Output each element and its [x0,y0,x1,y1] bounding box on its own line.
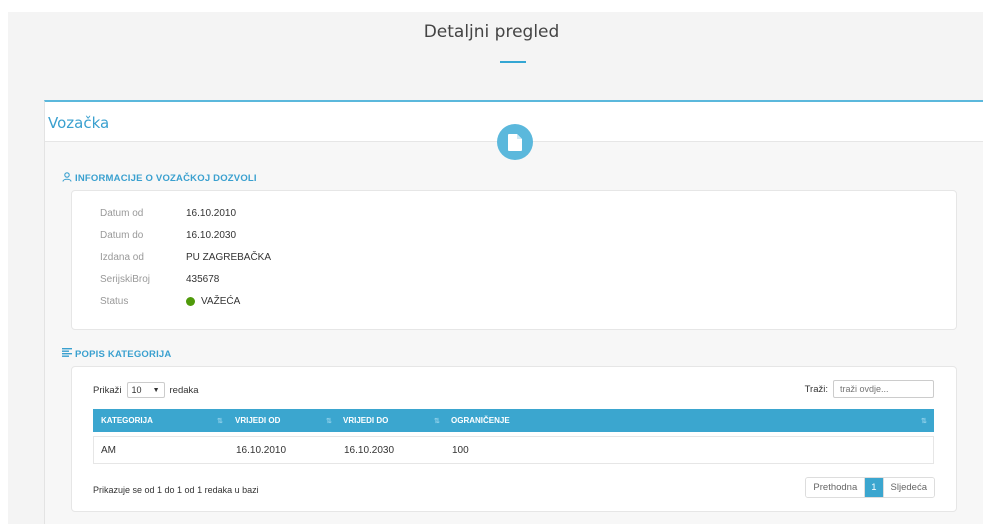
cell-vrijedi-do: 16.10.2030 [344,444,395,456]
next-page-button[interactable]: Sljedeća [882,478,934,497]
column-header-vrijedi-do[interactable]: VRIJEDI DO [343,409,388,432]
info-value: 16.10.2030 [186,230,237,241]
info-value: PU ZAGREBAČKA [186,252,272,263]
search-control: Traži: [805,380,934,398]
list-icon [62,348,72,360]
cell-kategorija: AM [101,444,116,456]
card-title: Vozačka [48,114,110,132]
info-value: 16.10.2010 [186,208,237,219]
licence-info-box: Datum od 16.10.2010 Datum do 16.10.2030 … [71,190,957,330]
length-value: 10 [131,385,142,395]
page-title: Detaljni pregled [423,22,560,42]
status-value: VAŽEĆA [186,296,240,307]
column-header-ogranicenje[interactable]: OGRANIČENJE [451,409,510,432]
table-info: Prikazuje se od 1 do 1 od 1 redaka u baz… [93,485,259,495]
page-length-select[interactable]: 10 ▼ [126,382,165,398]
info-row-serijski-broj: SerijskiBroj 435678 [100,274,219,285]
info-label: Status [100,296,129,307]
categories-heading-label: POPIS KATEGORIJA [75,348,172,360]
column-header-kategorija[interactable]: KATEGORIJA [101,409,153,432]
caret-down-icon: ▼ [152,386,160,394]
licence-card: Vozačka INFORMACIJE O VOZAČKOJ DOZVOLI D… [44,100,983,524]
cell-ogranicenje: 100 [452,444,469,456]
info-row-izdana-od: Izdana od PU ZAGREBAČKA [100,252,271,263]
pagination: Prethodna 1 Sljedeća [805,477,935,498]
table-header: KATEGORIJA ⇅ VRIJEDI OD ⇅ VRIJEDI DO ⇅ O… [93,409,934,432]
licence-info-heading-label: INFORMACIJE O VOZAČKOJ DOZVOLI [75,173,257,184]
page-1-button[interactable]: 1 [864,478,883,497]
page-length-control: Prikaži 10 ▼ redaka [93,382,199,398]
search-input[interactable] [833,380,934,398]
sort-icon[interactable]: ⇅ [326,409,332,432]
length-prefix: Prikaži [93,384,122,396]
status-text: VAŽEĆA [201,296,241,307]
info-row-status: Status VAŽEĆA [100,296,240,307]
column-header-vrijedi-od[interactable]: VRIJEDI OD [235,409,280,432]
info-row-datum-do: Datum do 16.10.2030 [100,230,236,241]
previous-page-button[interactable]: Prethodna [806,478,865,497]
info-label: Datum do [100,230,144,241]
title-underline [500,61,526,63]
licence-info-heading: INFORMACIJE O VOZAČKOJ DOZVOLI [62,172,257,185]
info-row-datum-od: Datum od 16.10.2010 [100,208,236,219]
sort-icon[interactable]: ⇅ [921,409,927,432]
info-label: Izdana od [100,252,144,263]
categories-heading: POPIS KATEGORIJA [62,348,171,360]
info-label: SerijskiBroj [100,274,151,285]
info-value: 435678 [186,274,220,285]
search-label: Traži: [804,383,828,395]
sort-icon[interactable]: ⇅ [434,409,440,432]
info-label: Datum od [100,208,144,219]
user-icon [62,172,72,185]
status-dot [186,297,195,306]
length-suffix: redaka [169,384,199,396]
table-row: AM 16.10.2010 16.10.2030 100 [93,436,934,464]
cell-vrijedi-od: 16.10.2010 [236,444,287,456]
categories-table-box: Prikaži 10 ▼ redaka Traži: KATEGORIJA ⇅ … [71,366,957,512]
sort-icon[interactable]: ⇅ [217,409,223,432]
document-icon [497,124,533,160]
